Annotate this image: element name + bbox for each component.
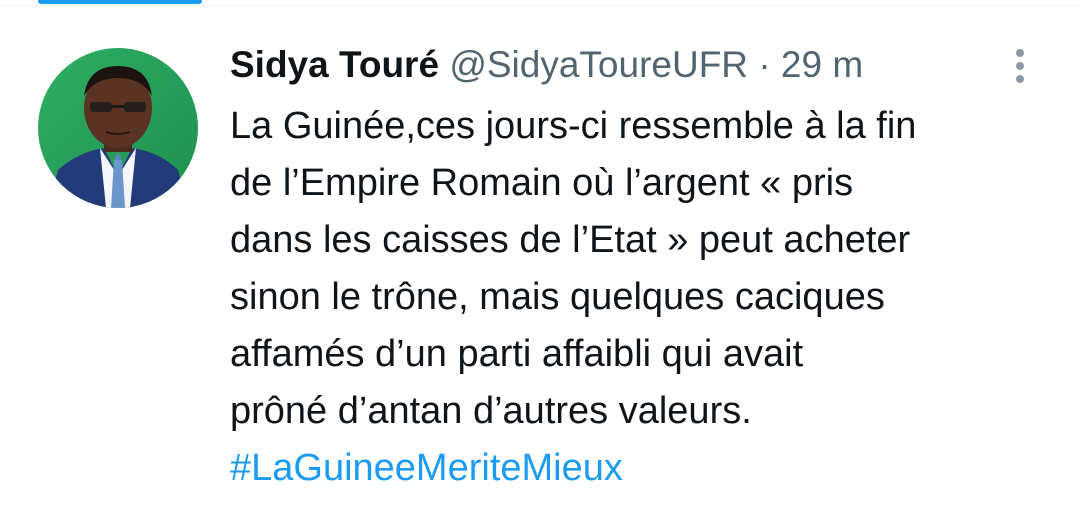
tweet-text-line: prôné d’antan d’autres valeurs. [230,390,752,432]
display-name[interactable]: Sidya Touré [230,44,439,85]
tweet[interactable]: Sidya Touré @SidyaToureUFR · 29 m La Gui… [0,6,1080,512]
avatar[interactable] [38,48,198,208]
hashtag-link[interactable]: #LaGuineeMeriteMieux [230,440,1060,497]
more-vertical-icon[interactable] [1000,44,1040,88]
tweet-text-line: affamés d’un parti affaibli qui avait [230,333,804,375]
tweet-text-line: de l’Empire Romain où l’argent « pris [230,162,854,204]
menu-dot [1016,49,1024,57]
timestamp[interactable]: 29 m [781,44,863,85]
user-handle[interactable]: @SidyaToureUFR [449,44,748,85]
menu-dot [1016,62,1024,70]
tweet-text: La Guinée,ces jours-ci ressemble à la fi… [230,98,1060,497]
separator-dot: · [758,44,771,85]
tweet-text-line: sinon le trône, mais quelques caciques [230,276,885,318]
tweet-header: Sidya Touré @SidyaToureUFR · 29 m [230,40,1020,90]
profile-photo [38,48,198,208]
tweet-text-line: dans les caisses de l’Etat » peut achete… [230,219,911,261]
menu-dot [1016,75,1024,83]
active-tab-indicator [38,0,202,4]
tweet-text-line: La Guinée,ces jours-ci ressemble à la fi… [230,105,917,147]
